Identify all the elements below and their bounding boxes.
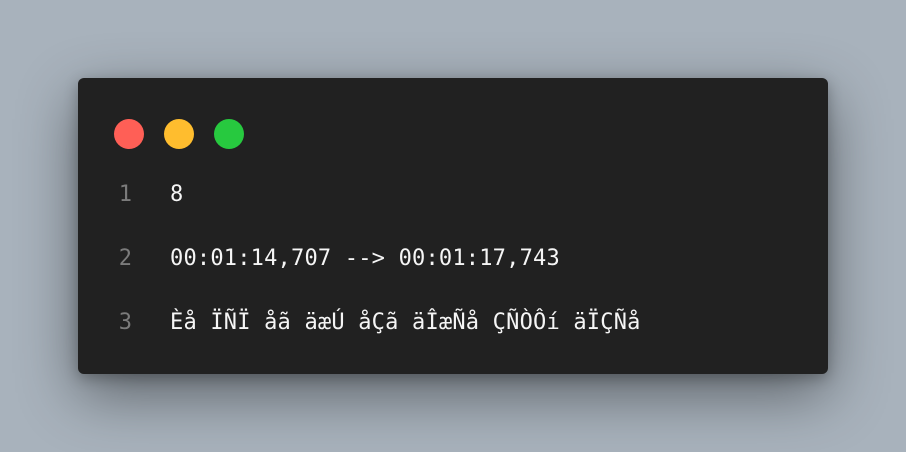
code-text: 8 — [170, 182, 184, 207]
code-line: 3 Èå ÏÑÏ åã äæÚ åÇã äÎæÑå ÇÑÒÔí äÏÇÑå — [78, 304, 828, 368]
zoom-button[interactable] — [214, 119, 244, 149]
code-line: 2 00:01:14,707 --> 00:01:17,743 — [78, 240, 828, 304]
window-controls — [114, 119, 244, 149]
code-line: 1 8 — [78, 176, 828, 240]
line-number: 2 — [118, 246, 132, 271]
code-text: 00:01:14,707 --> 00:01:17,743 — [170, 246, 560, 271]
code-window: 1 8 2 00:01:14,707 --> 00:01:17,743 3 Èå… — [78, 78, 828, 374]
minimize-button[interactable] — [164, 119, 194, 149]
close-button[interactable] — [114, 119, 144, 149]
line-number: 1 — [118, 182, 132, 207]
code-content: 1 8 2 00:01:14,707 --> 00:01:17,743 3 Èå… — [78, 176, 828, 368]
code-text: Èå ÏÑÏ åã äæÚ åÇã äÎæÑå ÇÑÒÔí äÏÇÑå — [170, 310, 641, 335]
line-number: 3 — [118, 310, 132, 335]
